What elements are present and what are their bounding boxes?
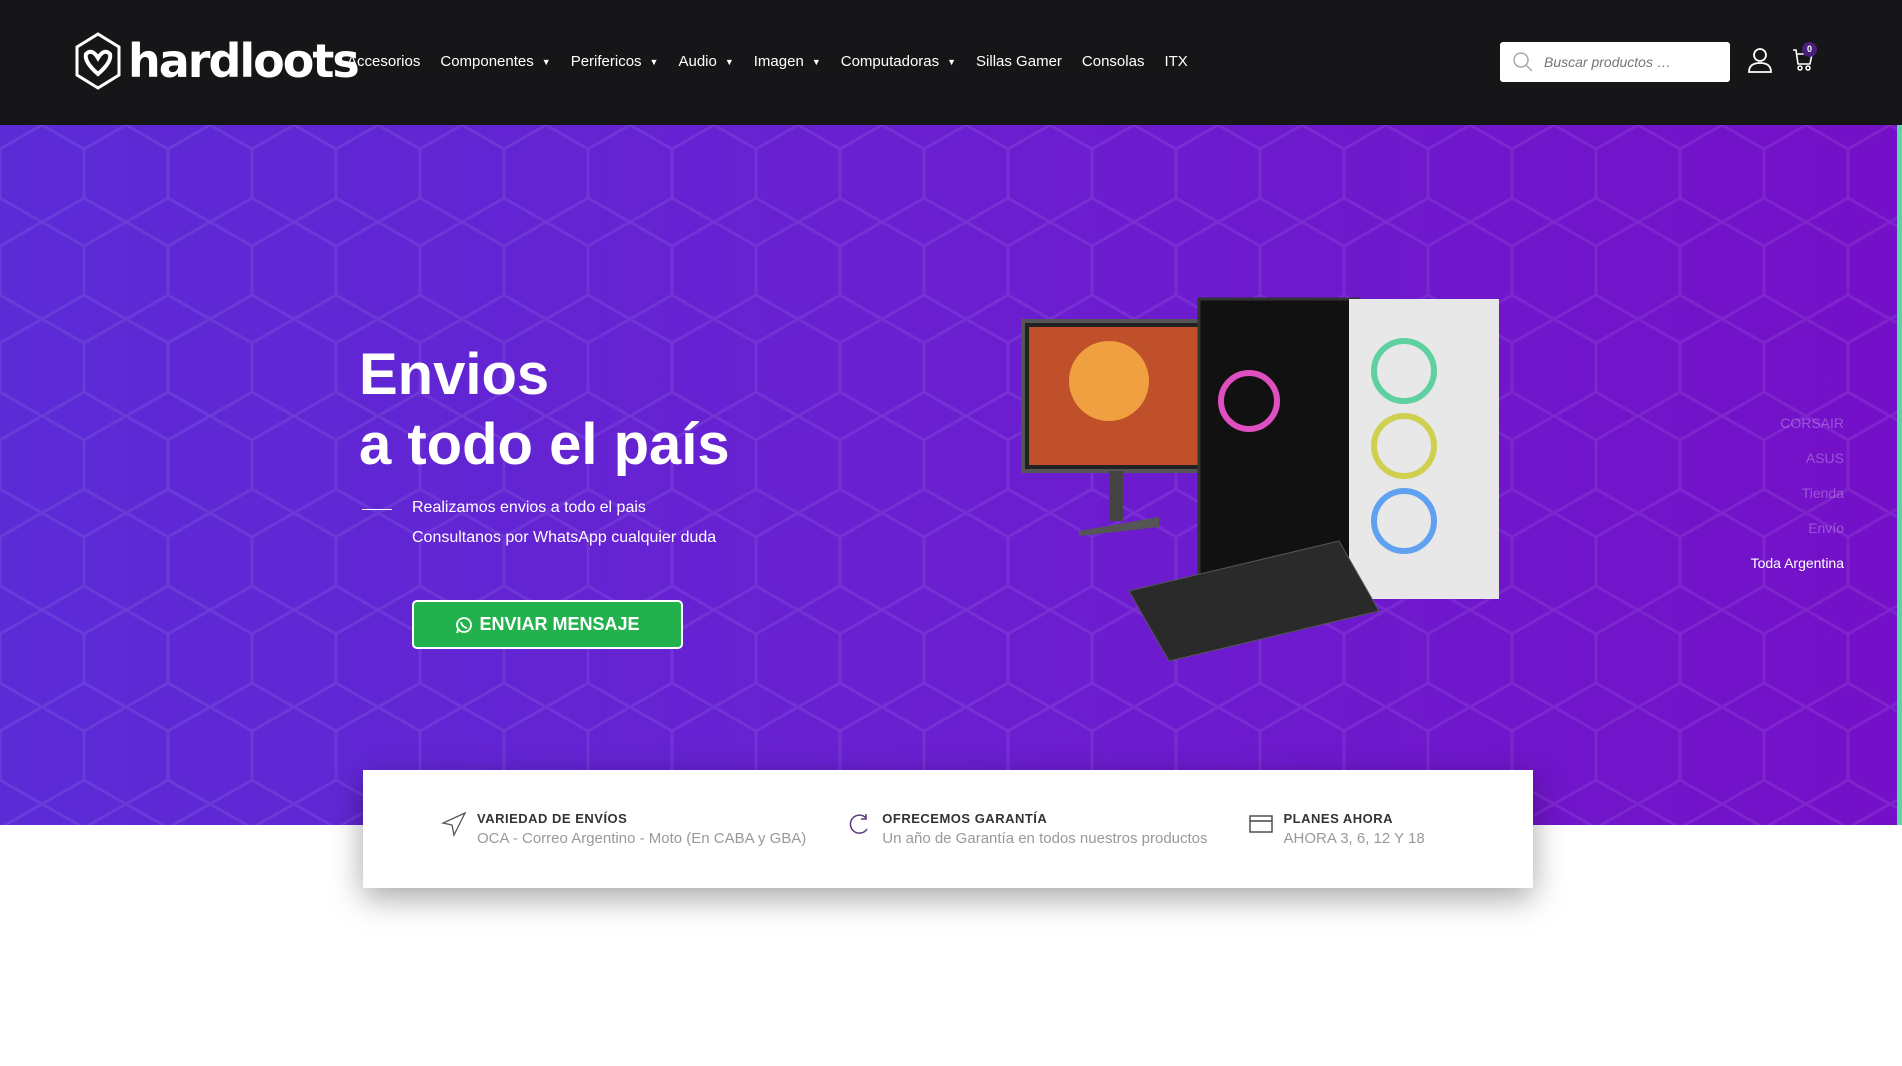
send-message-button[interactable]: ENVIAR MENSAJE [412, 600, 683, 649]
nav-label: Computadoras [840, 53, 940, 70]
side-nav-toda-argentina[interactable]: Toda Argentina [1751, 555, 1844, 571]
nav-perifericos[interactable]: Perifericos ▼ [571, 53, 659, 70]
caret-down-icon: ▼ [541, 56, 551, 67]
side-nav-envio[interactable]: Envío [1808, 520, 1844, 536]
hero-title: Envios a todo el país [359, 340, 730, 480]
caret-down-icon: ▼ [811, 56, 821, 67]
feature-title: VARIEDAD DE ENVÍOS [477, 811, 628, 826]
nav-label: Perifericos [570, 53, 642, 70]
search-icon [1513, 52, 1533, 72]
feature-title: OFRECEMOS GARANTÍA [882, 811, 1048, 826]
cart-count-badge: 0 [1802, 42, 1817, 57]
features-card: VARIEDAD DE ENVÍOS OCA - Correo Argentino… [363, 770, 1533, 888]
caret-down-icon: ▼ [724, 56, 734, 67]
feature-text: Un año de Garantía en todos nuestros pro… [882, 830, 1208, 847]
side-nav-asus[interactable]: ASUS [1806, 450, 1844, 466]
feature-plans: PLANES AHORA AHORA 3, 6, 12 Y 18 [1248, 811, 1425, 847]
hero-title-line1: Envios [359, 342, 550, 407]
feature-text: AHORA 3, 6, 12 Y 18 [1283, 830, 1425, 847]
nav-audio[interactable]: Audio ▼ [678, 53, 733, 70]
logo-text: hardloots [128, 34, 360, 88]
whatsapp-icon [456, 616, 473, 633]
nav-sillas-gamer[interactable]: Sillas Gamer [976, 53, 1062, 70]
main-nav: Accesorios Componentes ▼ Perifericos ▼ Aud… [347, 53, 1188, 70]
button-label: ENVIAR MENSAJE [479, 614, 640, 634]
nav-itx[interactable]: ITX [1164, 53, 1187, 70]
scrollbar[interactable] [1897, 125, 1902, 825]
nav-accesorios[interactable]: Accesorios [347, 53, 420, 70]
logo[interactable]: hardloots [74, 32, 360, 90]
credit-card-icon [1248, 815, 1273, 833]
nav-consolas[interactable]: Consolas [1082, 53, 1145, 70]
divider [362, 509, 392, 510]
nav-componentes[interactable]: Componentes ▼ [440, 53, 550, 70]
feature-title: PLANES AHORA [1283, 811, 1394, 826]
side-nav-corsair[interactable]: CORSAIR [1780, 415, 1844, 431]
send-icon [441, 811, 467, 837]
hero-text-2: Consultanos por WhatsApp cualquier duda [412, 529, 717, 546]
side-nav-tienda[interactable]: Tienda [1802, 485, 1844, 501]
nav-label: Componentes [440, 53, 534, 70]
nav-label: Consolas [1081, 53, 1145, 70]
search-box [1500, 42, 1730, 82]
nav-label: Sillas Gamer [976, 53, 1062, 70]
hero-banner: Envios a todo el país Realizamos envios a… [0, 125, 1897, 825]
nav-label: ITX [1164, 53, 1188, 70]
logo-icon [75, 32, 121, 90]
caret-down-icon: ▼ [649, 56, 659, 67]
user-account-icon[interactable] [1748, 47, 1772, 73]
hero-text-1: Realizamos envios a todo el pais [412, 499, 646, 516]
nav-label: Imagen [753, 53, 804, 70]
hex-pattern [0, 125, 1897, 825]
caret-down-icon: ▼ [947, 56, 957, 67]
feature-shipping: VARIEDAD DE ENVÍOS OCA - Correo Argentino… [441, 811, 806, 847]
feature-warranty: OFRECEMOS GARANTÍA Un año de Garantía en … [846, 811, 1208, 847]
nav-label: Accesorios [347, 53, 421, 70]
nav-label: Audio [678, 53, 717, 70]
gaming-pc-setup-image [1021, 297, 1499, 662]
nav-imagen[interactable]: Imagen ▼ [754, 53, 821, 70]
hero-title-line2: a todo el país [359, 412, 730, 477]
feature-text: OCA - Correo Argentino - Moto (En CABA y… [477, 830, 807, 847]
refresh-icon [850, 814, 868, 834]
site-header: hardloots Accesorios Componentes ▼ Perife… [0, 0, 1902, 125]
nav-computadoras[interactable]: Computadoras ▼ [841, 53, 956, 70]
search-input[interactable] [1544, 54, 1714, 70]
